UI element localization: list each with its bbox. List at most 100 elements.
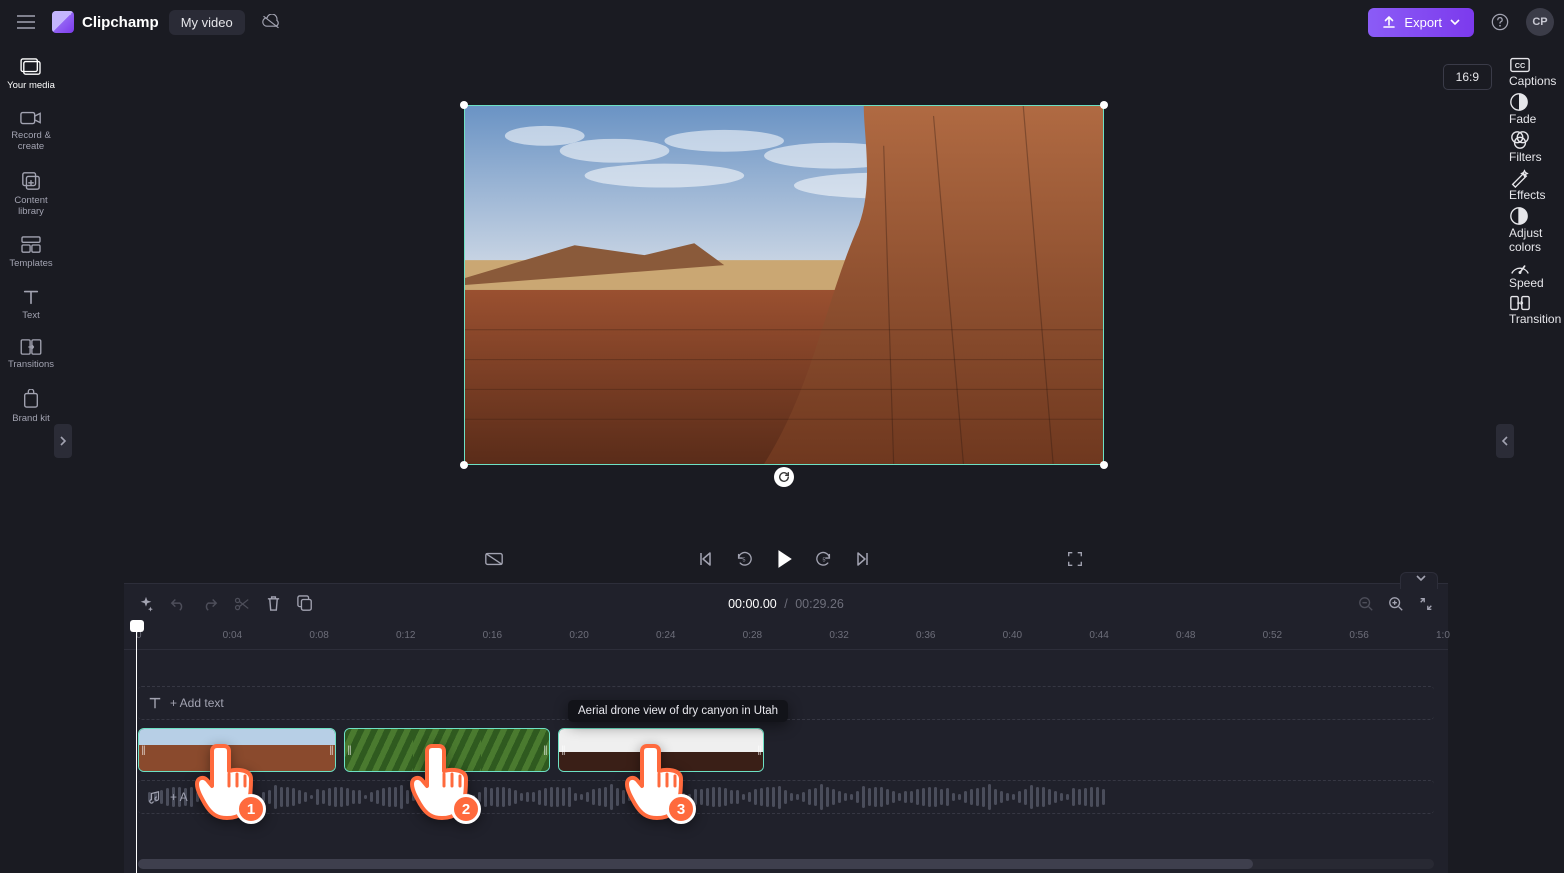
help-button[interactable] [1484, 6, 1516, 38]
ruler-tick: 0:32 [829, 630, 848, 641]
ruler-tick: 1:0 [1436, 630, 1450, 641]
current-time: 00:00.00 [728, 597, 777, 611]
left-rail-your-media[interactable]: Your media [3, 50, 59, 102]
fullscreen-button[interactable] [1066, 550, 1084, 568]
right-rail-collapse[interactable] [1496, 424, 1514, 458]
aspect-ratio-button[interactable]: 16:9 [1443, 64, 1492, 90]
fullscreen-icon [1066, 550, 1084, 568]
audio-waveform [138, 781, 1434, 813]
video-track[interactable]: Aerial drone view of dry canyon in Utah … [138, 726, 1434, 774]
split-button[interactable] [234, 596, 250, 612]
avatar[interactable]: CP [1526, 8, 1554, 36]
magic-button[interactable] [138, 596, 154, 612]
menu-button[interactable] [10, 6, 42, 38]
chevron-down-icon [1415, 574, 1427, 582]
brand-name: Clipchamp [82, 14, 159, 31]
ruler-tick: 0:56 [1349, 630, 1368, 641]
timeline-scrollbar-thumb[interactable] [138, 859, 1253, 869]
left-rail-text[interactable]: Text [3, 280, 59, 332]
transition-icon [1509, 294, 1531, 312]
brand-kit-icon [22, 389, 40, 409]
skip-end-button[interactable] [855, 551, 871, 567]
hamburger-icon [17, 15, 35, 29]
audio-track[interactable]: + A [138, 780, 1434, 814]
left-rail-brand-kit[interactable]: Brand kit [3, 381, 59, 435]
left-rail-content-library[interactable]: Content library [3, 163, 59, 228]
cloud-sync-button[interactable] [255, 6, 287, 38]
label: Transitions [8, 360, 54, 371]
redo-button[interactable] [202, 597, 218, 611]
zoom-fit-button[interactable] [1418, 596, 1434, 612]
ruler-tick: 0:08 [309, 630, 328, 641]
timecode: 00:00.00 / 00:29.26 [728, 597, 844, 611]
right-rail: CC Captions Fade Filters Effects Adjust … [1506, 44, 1564, 873]
clip-3-trim-right[interactable]: || [755, 729, 763, 771]
clip-3-trim-left[interactable]: || [559, 729, 567, 771]
delete-button[interactable] [266, 595, 281, 612]
rewind-5-icon: 5 [735, 550, 753, 568]
right-rail-captions[interactable]: CC Captions [1509, 56, 1561, 88]
preview-stage[interactable] [464, 105, 1104, 465]
preview-canvas[interactable] [464, 105, 1104, 465]
cloud-off-icon [261, 14, 281, 30]
duplicate-button[interactable] [297, 595, 313, 612]
brand[interactable]: Clipchamp [52, 11, 159, 33]
label: Record & create [3, 131, 59, 153]
left-rail-templates[interactable]: Templates [3, 228, 59, 280]
collapse-timeline-button[interactable] [1415, 574, 1427, 582]
play-button[interactable] [775, 549, 793, 569]
play-icon [775, 549, 793, 569]
adjust-icon [1509, 206, 1529, 226]
text-icon [22, 288, 40, 306]
rotate-handle[interactable] [774, 467, 794, 487]
selection-handle-tr[interactable] [1100, 101, 1108, 109]
clip-1-trim-right[interactable]: || [327, 729, 335, 771]
preview-image [465, 106, 1103, 464]
ruler-tick: 0:36 [916, 630, 935, 641]
clip-2[interactable]: || || [344, 728, 550, 772]
project-title[interactable]: My video [169, 10, 245, 35]
filters-icon [1509, 130, 1531, 150]
left-rail-record-create[interactable]: Record & create [3, 102, 59, 163]
selection-handle-br[interactable] [1100, 461, 1108, 469]
clip-2-trim-left[interactable]: || [345, 729, 353, 771]
ruler-tick: 0:16 [483, 630, 502, 641]
hide-overlay-button[interactable] [484, 551, 504, 567]
right-rail-transition[interactable]: Transition [1509, 294, 1561, 326]
text-track-label[interactable]: + Add text [148, 696, 224, 710]
ruler-tick: 0:04 [223, 630, 242, 641]
forward-button[interactable]: 5 [815, 550, 833, 568]
right-rail-fade[interactable]: Fade [1509, 92, 1561, 126]
right-rail-effects[interactable]: Effects [1509, 168, 1561, 202]
label: Templates [9, 259, 52, 270]
clip-3[interactable]: || || [558, 728, 764, 772]
selection-handle-tl[interactable] [460, 101, 468, 109]
export-button[interactable]: Export [1368, 8, 1474, 37]
svg-text:CC: CC [1515, 61, 1526, 70]
selection-handle-bl[interactable] [460, 461, 468, 469]
ruler-tick: 0:48 [1176, 630, 1195, 641]
tracks-area[interactable]: + Add text Aerial drone view of dry cany… [124, 650, 1448, 859]
undo-button[interactable] [170, 597, 186, 611]
help-icon [1491, 13, 1509, 31]
rewind-button[interactable]: 5 [735, 550, 753, 568]
text-icon [148, 696, 162, 710]
zoom-out-icon [1358, 596, 1374, 612]
ruler-tick: 0:24 [656, 630, 675, 641]
right-rail-adjust-colors[interactable]: Adjust colors [1509, 206, 1561, 254]
clip-1[interactable]: || || [138, 728, 336, 772]
skip-start-button[interactable] [697, 551, 713, 567]
sparkle-icon [138, 596, 154, 612]
left-rail-transitions[interactable]: Transitions [3, 331, 59, 381]
zoom-out-button[interactable] [1358, 596, 1374, 612]
timeline-scrollbar[interactable] [138, 859, 1434, 869]
timeline-ruler[interactable]: 00:040:080:120:160:200:240:280:320:360:4… [124, 624, 1448, 650]
transport-bar: 5 5 [464, 535, 1104, 583]
fade-icon [1509, 92, 1529, 112]
zoom-in-button[interactable] [1388, 596, 1404, 612]
clip-2-trim-right[interactable]: || [541, 729, 549, 771]
ruler-tick: 0:12 [396, 630, 415, 641]
right-rail-speed[interactable]: Speed [1509, 258, 1561, 290]
right-rail-filters[interactable]: Filters [1509, 130, 1561, 164]
clip-1-trim-left[interactable]: || [139, 729, 147, 771]
